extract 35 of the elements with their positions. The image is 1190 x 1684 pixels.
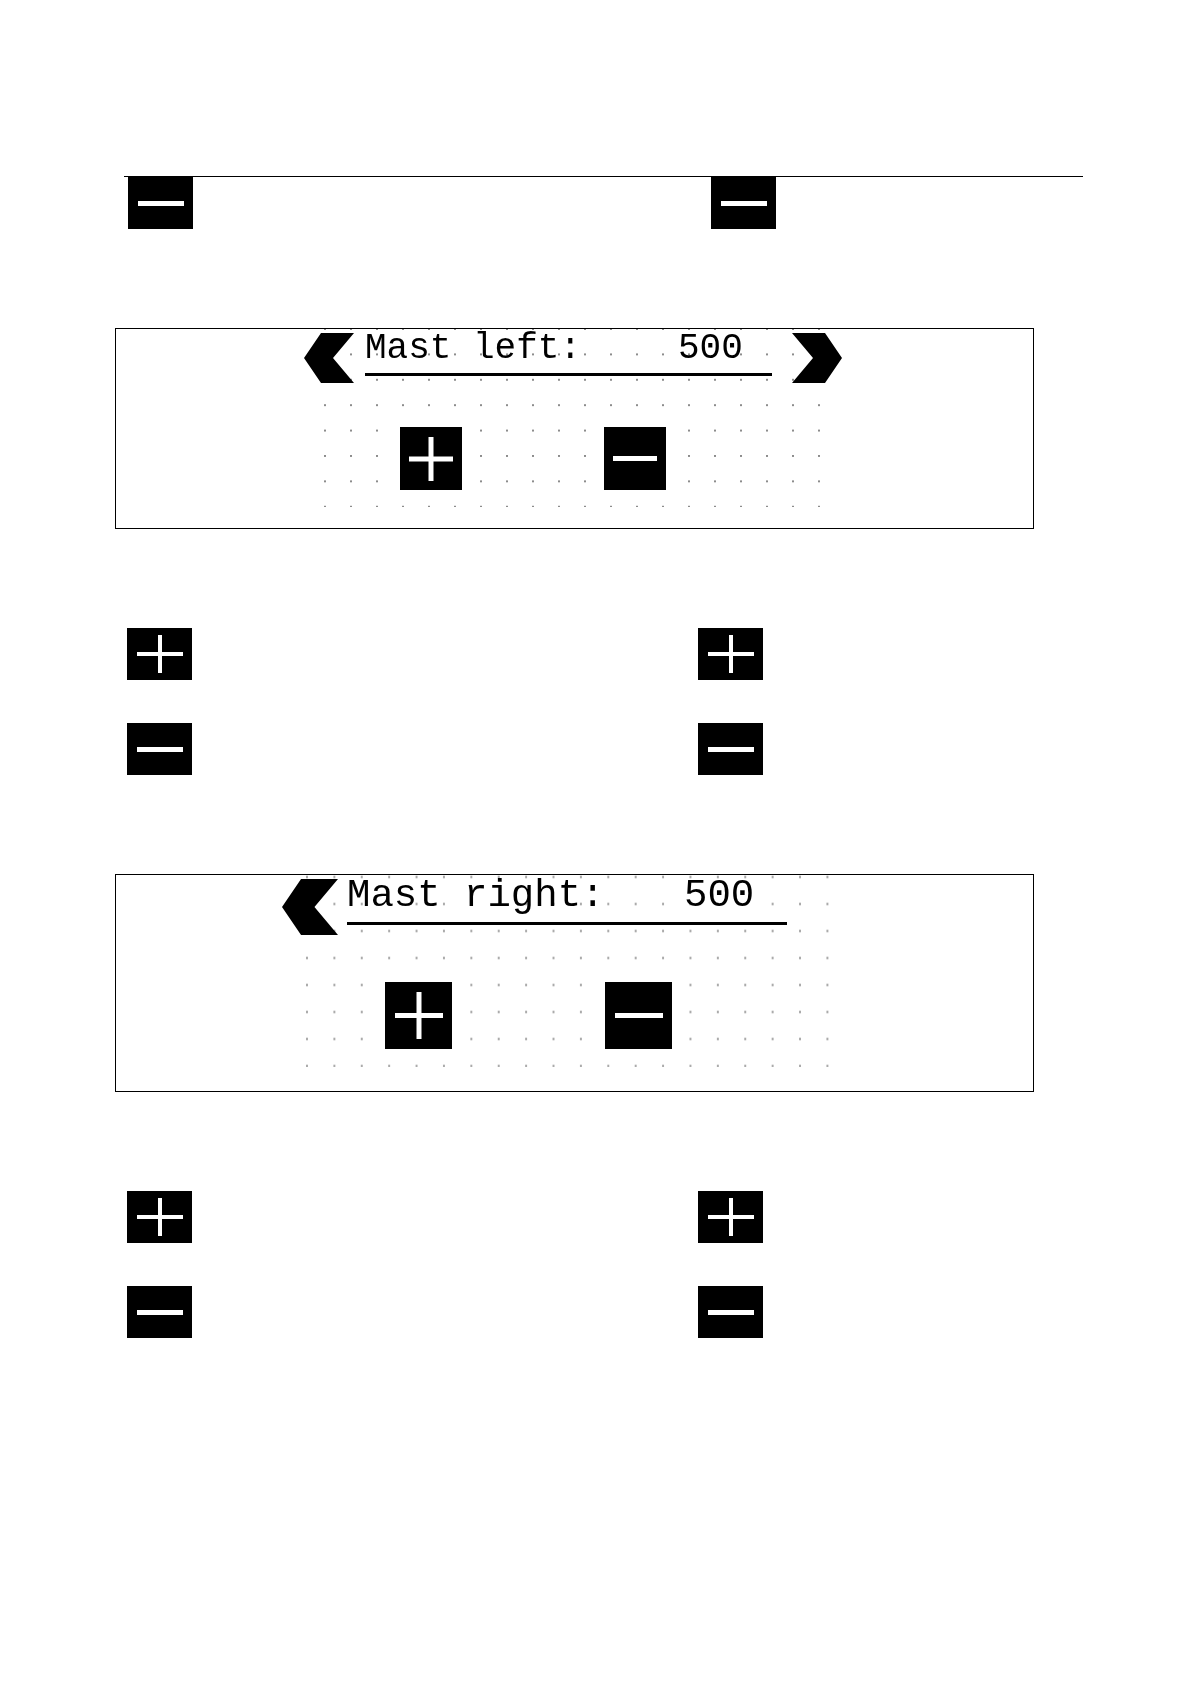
plus-icon — [409, 436, 453, 481]
plus-icon — [136, 635, 183, 673]
plus-icon — [707, 1198, 754, 1236]
plus-button[interactable] — [127, 1191, 192, 1243]
plus-button[interactable] — [400, 427, 462, 490]
plus-button[interactable] — [385, 982, 452, 1049]
plus-button[interactable] — [127, 628, 192, 680]
plus-button[interactable] — [698, 628, 763, 680]
setting-label: Mast right: — [347, 875, 606, 917]
minus-icon — [136, 1309, 183, 1315]
minus-button[interactable] — [128, 177, 193, 229]
plus-icon — [394, 992, 443, 1039]
minus-icon — [136, 746, 183, 752]
minus-button[interactable] — [127, 1286, 192, 1338]
plus-icon — [136, 1198, 183, 1236]
minus-button[interactable] — [127, 723, 192, 775]
minus-icon — [720, 200, 767, 206]
minus-button[interactable] — [604, 427, 666, 490]
plus-icon — [707, 635, 754, 673]
minus-icon — [613, 456, 657, 461]
chevron-left-icon[interactable] — [282, 879, 338, 935]
minus-icon — [137, 200, 184, 206]
minus-button[interactable] — [711, 177, 776, 229]
minus-icon — [614, 1013, 663, 1018]
chevron-left-icon[interactable] — [304, 333, 354, 383]
setting-value: 500 — [684, 875, 755, 917]
minus-icon — [707, 746, 754, 752]
minus-button[interactable] — [698, 723, 763, 775]
minus-icon — [707, 1309, 754, 1315]
minus-button[interactable] — [605, 982, 672, 1049]
plus-button[interactable] — [698, 1191, 763, 1243]
setting-value: 500 — [678, 329, 743, 369]
setting-label: Mast left: — [365, 329, 583, 369]
chevron-right-icon[interactable] — [792, 333, 842, 383]
minus-button[interactable] — [698, 1286, 763, 1338]
